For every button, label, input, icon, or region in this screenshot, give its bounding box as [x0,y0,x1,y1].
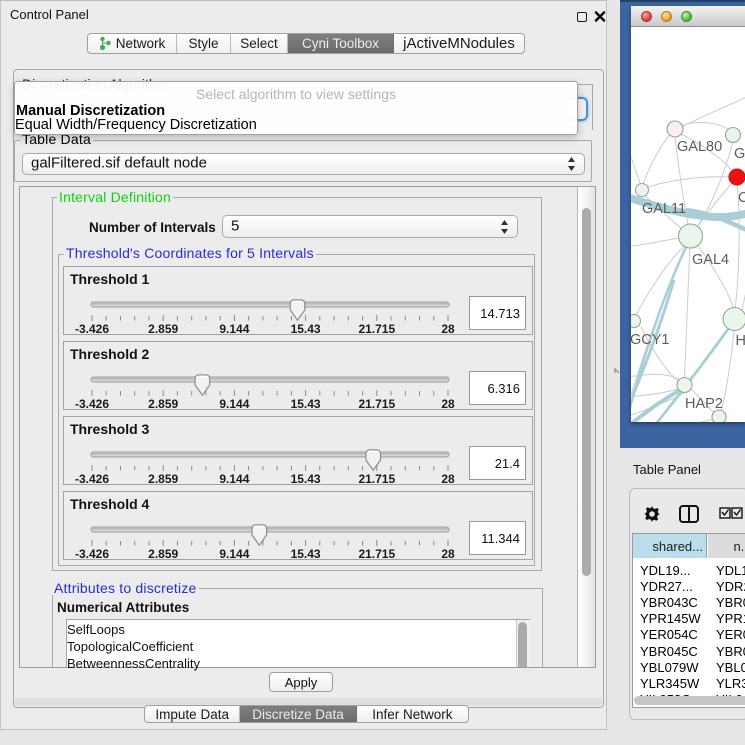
svg-text:9.144: 9.144 [219,322,249,336]
svg-text:28: 28 [441,547,455,561]
svg-text:2.859: 2.859 [148,472,178,486]
svg-text:H: H [736,333,745,349]
svg-text:-3.426: -3.426 [75,547,109,561]
svg-text:2.859: 2.859 [148,547,178,561]
svg-text:28: 28 [441,472,455,486]
svg-text:21.715: 21.715 [358,397,395,411]
svg-text:28: 28 [441,397,455,411]
svg-text:9.144: 9.144 [219,472,249,486]
svg-text:15.43: 15.43 [291,397,321,411]
svg-text:15.43: 15.43 [291,547,321,561]
svg-text:C: C [738,190,745,206]
svg-text:HAP2: HAP2 [685,396,723,412]
svg-text:21.715: 21.715 [358,472,395,486]
svg-text:21.715: 21.715 [358,547,395,561]
svg-text:9.144: 9.144 [219,547,249,561]
svg-text:2.859: 2.859 [148,397,178,411]
svg-text:-3.426: -3.426 [75,472,109,486]
svg-text:GAL80: GAL80 [677,139,722,155]
svg-text:GAL11: GAL11 [642,201,686,217]
svg-text:G.: G. [734,146,745,162]
svg-text:2.859: 2.859 [148,322,178,336]
svg-text:21.715: 21.715 [358,322,395,336]
svg-text:GCY1: GCY1 [631,332,670,348]
svg-text:28: 28 [441,322,455,336]
svg-text:-3.426: -3.426 [75,322,109,336]
svg-text:GAL4: GAL4 [692,252,729,268]
svg-text:9.144: 9.144 [219,397,249,411]
svg-text:15.43: 15.43 [291,322,321,336]
svg-text:-3.426: -3.426 [75,397,109,411]
svg-text:15.43: 15.43 [291,472,321,486]
